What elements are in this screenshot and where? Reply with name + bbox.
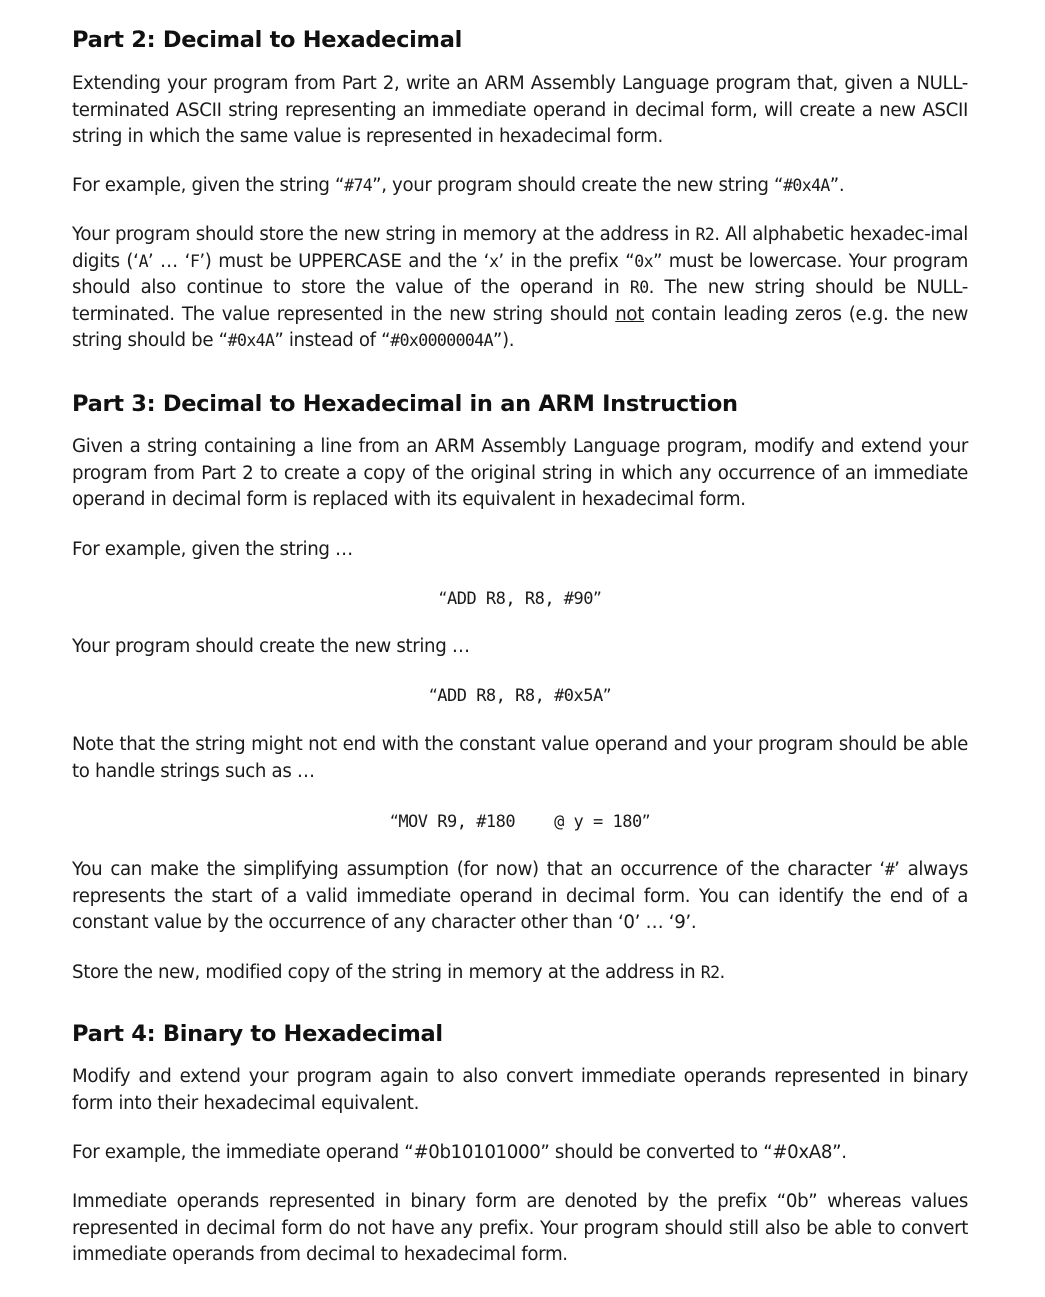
text-run: Your program should store the new string…	[72, 224, 696, 245]
inline-code: F	[190, 251, 200, 271]
part4-intro-paragraph: Modify and extend your program again to …	[72, 1064, 968, 1117]
text-run: Your program should create the new strin…	[72, 636, 470, 657]
text-run: Note that the string might not end with …	[72, 734, 968, 782]
part3-output-intro: Your program should create the new strin…	[72, 634, 968, 661]
text-run: ” instead of “	[274, 330, 391, 351]
text-run: ”, your program should create the new st…	[372, 175, 784, 196]
inline-code: 0x	[634, 251, 653, 271]
part2-requirements-paragraph: Your program should store the new string…	[72, 222, 968, 355]
text-run: .	[719, 962, 725, 983]
inline-code: x	[489, 251, 499, 271]
part3-heading: Part 3: Decimal to Hexadecimal in an ARM…	[72, 391, 738, 417]
emphasis-underline: not	[615, 303, 644, 325]
code-example-input-text: ADD R8, R8, #90	[446, 589, 594, 609]
part3-example-intro: For example, given the string …	[72, 537, 968, 564]
inline-code: R2	[700, 963, 720, 982]
text-run: For example, the immediate operand “#0b1…	[72, 1142, 847, 1163]
text-run: Given a string containing a line from an…	[72, 436, 968, 510]
inline-code: R0	[629, 278, 649, 297]
code-example-comment-text: MOV R9, #180 @ y = 180	[398, 812, 642, 832]
inline-code: #0x0000004A	[390, 331, 493, 350]
inline-code: #0x4A	[783, 176, 830, 195]
text-run: ’ in the prefix “	[498, 250, 635, 272]
part3-store-paragraph: Store the new, modified copy of the stri…	[72, 960, 968, 987]
code-example-output: “ADD R8, R8, #0x5A”	[428, 686, 612, 706]
text-run: For example, given the string “	[72, 175, 345, 196]
text-run: ’ … ‘	[147, 250, 191, 272]
text-run: ”).	[492, 330, 515, 351]
text-run: ”.	[829, 175, 845, 196]
part2-example-paragraph: For example, given the string “#74”, you…	[72, 173, 968, 200]
part3-intro-paragraph: Given a string containing a line from an…	[72, 434, 968, 514]
text-run: Modify and extend your program again to …	[72, 1066, 968, 1114]
inline-code: #74	[344, 176, 373, 195]
text-run: ’) must be UPPERCASE and the ‘	[199, 250, 490, 272]
text-run: Store the new, modified copy of the stri…	[72, 962, 701, 983]
part3-note-paragraph: Note that the string might not end with …	[72, 732, 968, 785]
text-run: You can make the simplifying assumption …	[72, 859, 885, 880]
part2-heading: Part 2: Decimal to Hexadecimal	[72, 27, 462, 53]
code-example-input: “ADD R8, R8, #90”	[438, 589, 602, 609]
inline-code: R2	[695, 225, 715, 244]
code-example-output-text: ADD R8, R8, #0x5A	[437, 686, 603, 706]
part4-example-paragraph: For example, the immediate operand “#0b1…	[72, 1140, 968, 1167]
part4-prefix-paragraph: Immediate operands represented in binary…	[72, 1189, 968, 1269]
part3-assumption-paragraph: You can make the simplifying assumption …	[72, 857, 968, 937]
inline-code: #0x4A	[227, 331, 275, 350]
inline-code: #	[884, 860, 895, 879]
text-run: Immediate operands represented in binary…	[72, 1191, 968, 1265]
inline-code: A	[138, 251, 149, 271]
text-run: Extending your program from Part 2, writ…	[72, 73, 968, 147]
text-run: For example, given the string …	[72, 539, 353, 560]
part2-intro-paragraph: Extending your program from Part 2, writ…	[72, 71, 968, 151]
part4-heading: Part 4: Binary to Hexadecimal	[72, 1021, 443, 1047]
code-example-comment: “MOV R9, #180 @ y = 180”	[390, 812, 651, 832]
